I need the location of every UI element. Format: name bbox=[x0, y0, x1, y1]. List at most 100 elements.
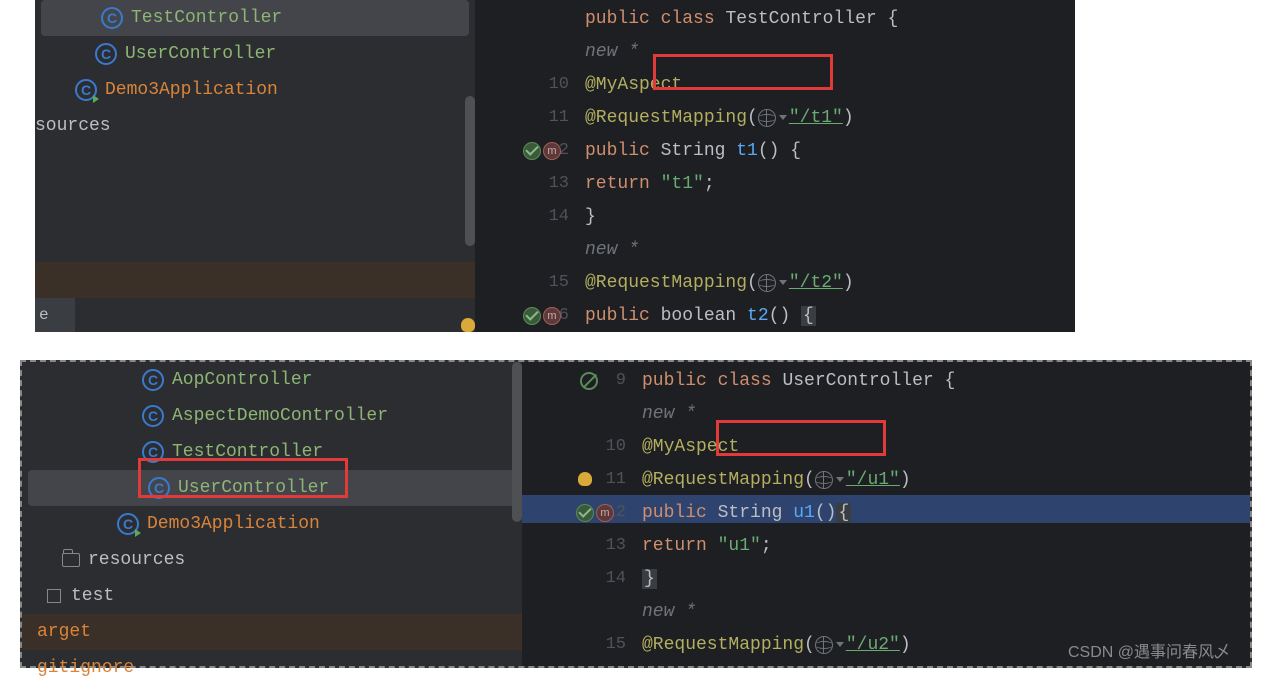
gutter-icons[interactable] bbox=[580, 372, 598, 390]
tree-item-aspectdemocontroller[interactable]: CAspectDemoController bbox=[22, 398, 522, 434]
endpoint-m-icon: m bbox=[596, 504, 614, 522]
endpoint-web-icon bbox=[576, 504, 594, 522]
code-line: public String u1(){ bbox=[642, 496, 1250, 529]
code-line: @RequestMapping("/t2") bbox=[585, 266, 1075, 299]
endpoint-web-icon bbox=[523, 307, 541, 325]
gutter-line: 15 bbox=[522, 628, 642, 661]
class-icon: C bbox=[142, 441, 164, 463]
ide-panel-bottom: CAopController CAspectDemoController CTe… bbox=[20, 360, 1252, 668]
code-line: new * bbox=[642, 397, 1250, 430]
gutter: 9 10 11 m12 13 14 15 bbox=[522, 362, 642, 666]
gutter-line: 13 bbox=[522, 529, 642, 562]
gutter-line: 14 bbox=[522, 562, 642, 595]
code-line: public class UserController { bbox=[642, 364, 1250, 397]
gutter-line: 9 bbox=[522, 364, 642, 397]
folder-icon bbox=[62, 553, 80, 567]
class-icon: C bbox=[148, 477, 170, 499]
gutter: 10 11 m12 13 14 15 m16 bbox=[475, 0, 585, 332]
class-icon: C bbox=[95, 43, 117, 65]
tree-partial-row: e bbox=[35, 298, 75, 332]
scrollbar-thumb[interactable] bbox=[512, 362, 522, 522]
gutter-line: 10 bbox=[522, 430, 642, 463]
tree-item-usercontroller[interactable]: C UserController bbox=[35, 36, 475, 72]
code-line: } bbox=[585, 200, 1075, 233]
class-icon: C bbox=[142, 369, 164, 391]
chevron-down-icon bbox=[779, 280, 787, 285]
tree-label: Demo3Application bbox=[147, 514, 320, 534]
project-tree-top: C TestController C UserController C Demo… bbox=[35, 0, 475, 332]
tree-label: arget bbox=[37, 622, 91, 642]
code-line: @RequestMapping("/u1") bbox=[642, 463, 1250, 496]
gutter-line bbox=[522, 397, 642, 430]
tree-item-resources[interactable]: resources bbox=[22, 542, 522, 578]
globe-icon bbox=[815, 471, 833, 489]
tree-item-gitignore[interactable]: gitignore bbox=[22, 650, 522, 686]
bulb-icon[interactable] bbox=[578, 472, 592, 486]
ide-panel-top: C TestController C UserController C Demo… bbox=[35, 0, 1075, 332]
code-line: } bbox=[642, 562, 1250, 595]
tree-label: gitignore bbox=[37, 658, 134, 678]
class-icon: C bbox=[101, 7, 123, 29]
gutter-line: 15 bbox=[475, 266, 585, 299]
endpoint-web-icon bbox=[523, 142, 541, 160]
gutter-line: m16 bbox=[475, 299, 585, 332]
code-editor-bottom[interactable]: 9 10 11 m12 13 14 15 public class UserCo… bbox=[522, 362, 1250, 666]
chevron-down-icon bbox=[836, 642, 844, 647]
tree-item-testcontroller[interactable]: C TestController bbox=[22, 434, 522, 470]
code-line: @MyAspect bbox=[642, 430, 1250, 463]
code-area[interactable]: public class UserController { new * @MyA… bbox=[642, 362, 1250, 666]
class-run-icon: C bbox=[117, 513, 139, 535]
chevron-down-icon bbox=[836, 477, 844, 482]
code-line: public class TestController { bbox=[585, 2, 1075, 35]
code-editor-top[interactable]: 10 11 m12 13 14 15 m16 public class Test… bbox=[475, 0, 1075, 332]
tree-item-demo3application[interactable]: C Demo3Application bbox=[22, 506, 522, 542]
code-line: @RequestMapping("/u2") bbox=[642, 628, 1250, 661]
code-line: new * bbox=[585, 35, 1075, 68]
tree-item-testcontroller[interactable]: C TestController bbox=[41, 0, 469, 36]
tree-highlight-row bbox=[35, 262, 475, 298]
tree-label: TestController bbox=[131, 8, 282, 28]
bulb-icon[interactable] bbox=[461, 318, 475, 332]
gutter-line: 10 bbox=[475, 68, 585, 101]
code-line: @RequestMapping("/t1") bbox=[585, 101, 1075, 134]
gutter-line: 14 bbox=[475, 200, 585, 233]
tree-label: UserController bbox=[125, 44, 276, 64]
code-line: return "u1"; bbox=[642, 529, 1250, 562]
gutter-line: 13 bbox=[475, 167, 585, 200]
tree-label: Demo3Application bbox=[105, 80, 278, 100]
tree-item-demo3application[interactable]: C Demo3Application bbox=[35, 72, 475, 108]
tree-label: AopController bbox=[172, 370, 312, 390]
tree-item-aopcontroller[interactable]: C AopController bbox=[22, 362, 522, 398]
chevron-down-icon bbox=[779, 115, 787, 120]
code-area[interactable]: public class TestController { new * @MyA… bbox=[585, 0, 1075, 332]
module-icon bbox=[47, 589, 61, 603]
code-line: return "t1"; bbox=[585, 167, 1075, 200]
gutter-icons[interactable]: m bbox=[523, 307, 561, 325]
globe-icon bbox=[758, 109, 776, 127]
tree-item-usercontroller[interactable]: C UserController bbox=[28, 470, 516, 506]
gutter-icons[interactable]: m bbox=[576, 504, 614, 522]
gutter-line: 11 bbox=[522, 463, 642, 496]
slash-icon bbox=[580, 372, 598, 390]
tree-item-test[interactable]: test bbox=[22, 578, 522, 614]
tree-item-sources[interactable]: sources bbox=[35, 108, 475, 144]
tree-label: UserController bbox=[178, 478, 329, 498]
code-line: new * bbox=[642, 595, 1250, 628]
tree-label: TestController bbox=[172, 442, 323, 462]
endpoint-m-icon: m bbox=[543, 307, 561, 325]
gutter-line bbox=[475, 2, 585, 35]
gutter-line: m12 bbox=[522, 496, 642, 529]
code-line: @MyAspect bbox=[585, 68, 1075, 101]
endpoint-m-icon: m bbox=[543, 142, 561, 160]
tree-item-target[interactable]: arget bbox=[22, 614, 522, 650]
gutter-line bbox=[475, 35, 585, 68]
globe-icon bbox=[815, 636, 833, 654]
gutter-icons[interactable]: m bbox=[523, 142, 561, 160]
class-icon: C bbox=[142, 405, 164, 427]
gutter-line bbox=[475, 233, 585, 266]
code-line: public String t1() { bbox=[585, 134, 1075, 167]
class-run-icon: C bbox=[75, 79, 97, 101]
code-line: new * bbox=[585, 233, 1075, 266]
gutter-line bbox=[522, 595, 642, 628]
scrollbar-thumb[interactable] bbox=[465, 96, 475, 246]
